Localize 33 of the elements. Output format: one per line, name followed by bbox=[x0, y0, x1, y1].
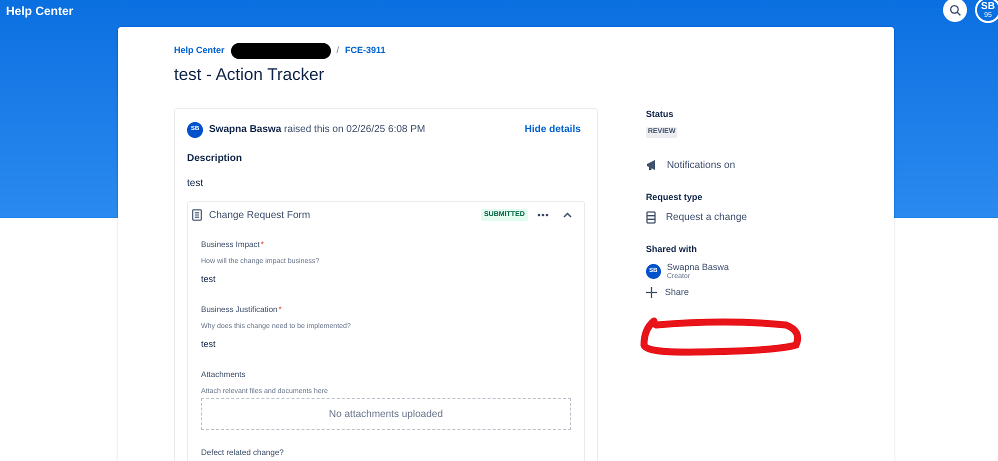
search-icon bbox=[948, 4, 962, 16]
activity-text: Swapna Baswa raised this on 02/26/25 6:08 PM bbox=[209, 123, 426, 137]
plus-icon bbox=[646, 286, 657, 298]
field-label: Defect related change? bbox=[201, 447, 284, 459]
notifications-toggle[interactable]: Notifications on bbox=[666, 158, 736, 172]
required-mark: * bbox=[278, 304, 282, 316]
page-title: test - Action Tracker bbox=[174, 64, 326, 86]
breadcrumb-separator: / bbox=[336, 44, 340, 58]
breadcrumb-link[interactable]: FCE-3911 bbox=[345, 44, 386, 58]
description-text: test bbox=[187, 176, 204, 190]
request-type-label: Request type bbox=[646, 190, 704, 204]
share-button[interactable]: Share bbox=[646, 286, 838, 299]
collapse-icon[interactable] bbox=[562, 212, 572, 218]
field-value: test bbox=[201, 338, 217, 351]
more-icon[interactable] bbox=[536, 213, 549, 217]
field-label: Business Justification bbox=[201, 304, 278, 316]
app-title[interactable]: Help Center bbox=[6, 2, 74, 20]
field-label: Business Impact bbox=[201, 238, 260, 250]
required-mark: * bbox=[260, 238, 264, 250]
form-title: Change Request Form bbox=[209, 208, 310, 222]
status-label: Status bbox=[646, 108, 674, 120]
field-label: Attachments bbox=[201, 368, 246, 380]
request-type-value: Request a change bbox=[666, 211, 747, 225]
breadcrumb-link[interactable]: Help Center bbox=[174, 44, 225, 58]
form-icon bbox=[646, 211, 656, 224]
field-value: test bbox=[201, 273, 217, 286]
shared-with-label: Shared with bbox=[646, 243, 698, 256]
participant-name: Swapna Baswa bbox=[666, 262, 729, 272]
document-icon bbox=[191, 209, 203, 221]
attachment-dropzone[interactable]: No attachments uploaded bbox=[201, 398, 571, 430]
description-label: Description bbox=[187, 152, 244, 166]
hide-details-link[interactable]: Hide details bbox=[524, 122, 581, 137]
avatar-initials: SB bbox=[981, 2, 995, 12]
